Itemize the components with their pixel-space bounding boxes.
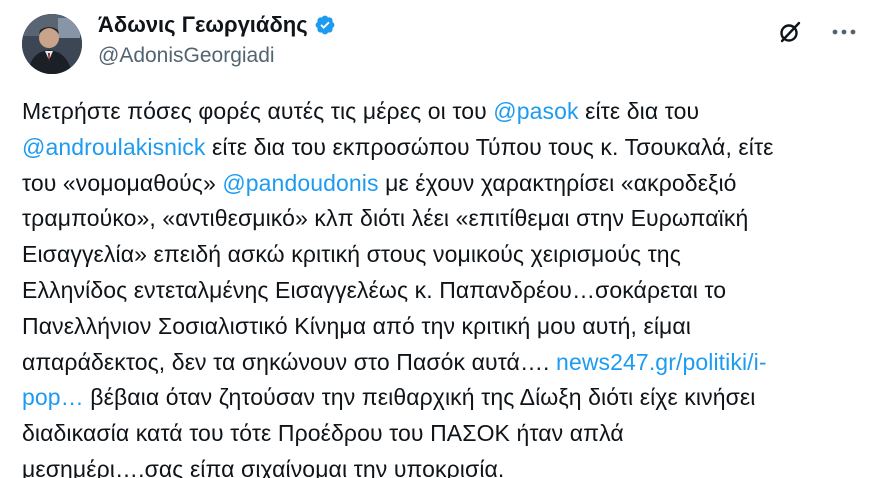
more-options-icon[interactable]	[830, 18, 858, 46]
tweet-text-segment: βέβαια όταν ζητούσαν την πειθαρχική της …	[83, 384, 756, 411]
tweet-text-segment: Πανελλήνιον Σοσιαλιστικό Κίνημα από την …	[22, 312, 691, 339]
avatar[interactable]	[22, 14, 82, 74]
tweet-text-line: pop… βέβαια όταν ζητούσαν την πειθαρχική…	[22, 380, 862, 416]
tweet-text-segment: τραμπούκο», «αντιθεσμικό» κλπ διότι λέει…	[22, 205, 749, 232]
tweet-text-segment: μεσημέρι….σας είπα σιχαίνομαι την υποκρι…	[22, 455, 505, 478]
tweet-top-actions	[776, 18, 858, 46]
tweet-text-line: τραμπούκο», «αντιθεσμικό» κλπ διότι λέει…	[22, 201, 862, 237]
tweet-text-segment: Εισαγγελία» επειδή ασκώ κριτική στους νο…	[22, 241, 681, 268]
tweet-card: Άδωνις Γεωργιάδης @AdonisGeorgiadi Μετρή…	[0, 0, 880, 478]
tweet-text-segment: Μετρήστε πόσες φορές αυτές τις μέρες οι …	[22, 98, 494, 124]
tweet-text-line: Πανελλήνιον Σοσιαλιστικό Κίνημα από την …	[22, 309, 862, 345]
tweet-text-segment: είτε δια του	[578, 98, 700, 124]
url-link[interactable]: news247.gr/politiki/i-	[556, 349, 767, 375]
tweet-text-line: του «νομομαθούς» @pandoudonis με έχουν χ…	[22, 166, 862, 202]
author-handle[interactable]: @AdonisGeorgiadi	[98, 44, 275, 68]
mention-link[interactable]: @pandoudonis	[222, 170, 378, 196]
mention-link[interactable]: @pasok	[493, 98, 578, 124]
tweet-text-segment: απαράδεκτος, δεν τα σηκώνουν στο Πασόκ α…	[22, 348, 557, 375]
tweet-text-line: απαράδεκτος, δεν τα σηκώνουν στο Πασόκ α…	[22, 345, 862, 381]
author-display-name[interactable]: Άδωνις Γεωργιάδης	[98, 12, 308, 38]
tweet-text-segment: διαδικασία κατά του τότε Προέδρου του ΠΑ…	[22, 420, 624, 447]
tweet-text: Μετρήστε πόσες φορές αυτές τις μέρες οι …	[22, 94, 862, 478]
mention-link[interactable]: @androulakisnick	[22, 134, 205, 160]
tweet-text-line: μεσημέρι….σας είπα σιχαίνομαι την υποκρι…	[22, 452, 862, 478]
tweet-text-segment: Ελληνίδος εντεταλμένης Εισαγγελέως κ. Πα…	[22, 276, 727, 303]
tweet-text-segment: είτε δια του εκπροσώπου Τύπου τους κ. Τσ…	[205, 133, 774, 160]
tweet-text-line: @androulakisnick είτε δια του εκπροσώπου…	[22, 130, 862, 166]
grok-icon[interactable]	[776, 18, 804, 46]
verified-badge-icon[interactable]	[314, 14, 336, 36]
tweet-text-segment: με έχουν χαρακτηρίσει «ακροδεξιό	[378, 169, 737, 196]
author-name-row: Άδωνις Γεωργιάδης	[98, 12, 336, 38]
tweet-text-line: Ελληνίδος εντεταλμένης Εισαγγελέως κ. Πα…	[22, 273, 862, 309]
tweet-text-line: διαδικασία κατά του τότε Προέδρου του ΠΑ…	[22, 416, 862, 452]
tweet-text-line: Εισαγγελία» επειδή ασκώ κριτική στους νο…	[22, 237, 862, 273]
url-link[interactable]: pop…	[22, 384, 84, 410]
avatar-photo	[22, 14, 82, 74]
tweet-text-line: Μετρήστε πόσες φορές αυτές τις μέρες οι …	[22, 94, 862, 130]
tweet-text-segment: του «νομομαθούς»	[22, 169, 223, 196]
